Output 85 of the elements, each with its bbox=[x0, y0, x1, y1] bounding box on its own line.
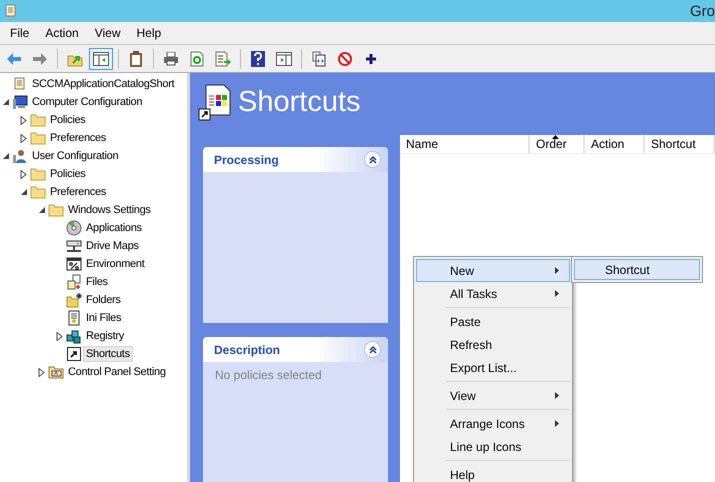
tree-item[interactable]: Files bbox=[83, 274, 111, 290]
column-header[interactable]: Action bbox=[585, 135, 645, 153]
collapsed-arrow-icon[interactable] bbox=[20, 170, 28, 178]
help-icon bbox=[251, 50, 265, 66]
sort-arrow-icon bbox=[552, 135, 559, 139]
menu-item[interactable]: Help bbox=[128, 24, 170, 42]
expanded-arrow-icon[interactable] bbox=[2, 152, 10, 160]
expanded-arrow-icon[interactable] bbox=[2, 98, 10, 106]
tree-item[interactable]: Ini Files bbox=[83, 310, 124, 326]
menu-item[interactable]: File bbox=[2, 24, 38, 42]
menu-item[interactable]: All Tasks bbox=[416, 282, 570, 305]
tree-item[interactable]: Policies bbox=[47, 112, 89, 128]
folder-icon bbox=[30, 131, 46, 145]
collapsed-arrow-icon[interactable] bbox=[56, 332, 64, 340]
properties-icon bbox=[312, 50, 326, 66]
console-tree-icon bbox=[93, 52, 109, 66]
menu-item[interactable]: New bbox=[416, 259, 570, 282]
folder-icon bbox=[48, 203, 64, 217]
tree-item[interactable]: Preferences bbox=[47, 130, 110, 146]
double-chevron-icon bbox=[368, 154, 378, 164]
tree-item[interactable]: Control Panel Setting bbox=[65, 364, 169, 380]
tree-item[interactable]: Applications bbox=[83, 220, 145, 236]
user-icon bbox=[12, 148, 28, 164]
menu-item[interactable]: View bbox=[86, 24, 128, 42]
tree-item[interactable]: Computer Configuration bbox=[29, 94, 146, 110]
document-icon bbox=[66, 310, 82, 326]
folder-icon bbox=[30, 167, 46, 181]
refresh-icon bbox=[190, 50, 204, 66]
action-pane-icon bbox=[276, 52, 292, 66]
folder-icon bbox=[30, 113, 46, 127]
column-header[interactable]: Shortcut bbox=[645, 135, 715, 153]
menu-item[interactable]: Paste bbox=[416, 310, 570, 333]
folder-icon bbox=[66, 292, 82, 308]
files-icon bbox=[66, 274, 82, 290]
collapse-button[interactable] bbox=[364, 341, 381, 358]
description-text: No policies selected bbox=[215, 368, 322, 382]
menu-item[interactable]: Arrange Icons bbox=[416, 412, 570, 435]
collapsed-arrow-icon[interactable] bbox=[20, 116, 28, 124]
column-header[interactable]: Order bbox=[530, 135, 585, 153]
plus-icon bbox=[366, 54, 376, 64]
double-chevron-icon bbox=[368, 344, 378, 354]
clipboard-icon bbox=[129, 50, 143, 66]
printer-icon bbox=[163, 52, 179, 66]
forward-arrow-icon bbox=[32, 52, 48, 66]
menu-item[interactable]: Help bbox=[416, 463, 570, 482]
menu-item[interactable]: Action bbox=[37, 24, 87, 42]
tree-item[interactable]: Drive Maps bbox=[83, 238, 142, 254]
cubes-icon bbox=[66, 328, 82, 344]
menu-item[interactable]: Shortcut bbox=[574, 259, 700, 280]
stop-icon bbox=[338, 52, 352, 66]
tree-item[interactable]: Preferences bbox=[47, 184, 110, 200]
tree-item[interactable]: Registry bbox=[83, 328, 127, 344]
panel-title: Processing bbox=[214, 152, 279, 166]
tree-item[interactable]: Windows Settings bbox=[65, 202, 154, 218]
computer-icon bbox=[12, 94, 28, 110]
tree-item[interactable]: User Configuration bbox=[29, 148, 122, 164]
tree-item[interactable]: Folders bbox=[83, 292, 124, 308]
tree-item[interactable]: Shortcuts bbox=[83, 346, 133, 362]
export-list-icon bbox=[215, 50, 231, 66]
expanded-arrow-icon[interactable] bbox=[20, 188, 28, 196]
column-header[interactable]: Name bbox=[400, 135, 530, 153]
collapsed-arrow-icon[interactable] bbox=[20, 134, 28, 142]
menu-item[interactable]: Refresh bbox=[416, 333, 570, 356]
panel-title: Description bbox=[214, 342, 280, 356]
disc-icon bbox=[66, 220, 82, 236]
back-arrow-icon bbox=[6, 52, 22, 66]
toolbar-button[interactable] bbox=[89, 48, 113, 70]
drive-icon bbox=[66, 238, 82, 254]
menu-item[interactable]: View bbox=[416, 384, 570, 407]
shortcut-document-icon bbox=[198, 83, 232, 121]
control-panel-icon bbox=[48, 365, 64, 379]
tree-item[interactable]: Policies bbox=[47, 166, 89, 182]
collapsed-arrow-icon[interactable] bbox=[38, 368, 46, 376]
expanded-arrow-icon[interactable] bbox=[38, 206, 46, 214]
shortcut-icon bbox=[67, 347, 81, 361]
page-title: Shortcuts bbox=[238, 86, 360, 118]
tree-item[interactable]: SCCMApplicationCatalogShort bbox=[29, 76, 178, 92]
tree-item[interactable]: Environment bbox=[83, 256, 148, 272]
collapse-button[interactable] bbox=[364, 151, 381, 168]
folder-icon bbox=[30, 185, 46, 199]
percent-window-icon bbox=[66, 256, 82, 272]
window-title: Gro bbox=[690, 2, 715, 20]
scroll-icon bbox=[4, 3, 18, 19]
menu-item[interactable]: Line up Icons bbox=[416, 435, 570, 458]
menu-item[interactable]: Export List... bbox=[416, 356, 570, 379]
